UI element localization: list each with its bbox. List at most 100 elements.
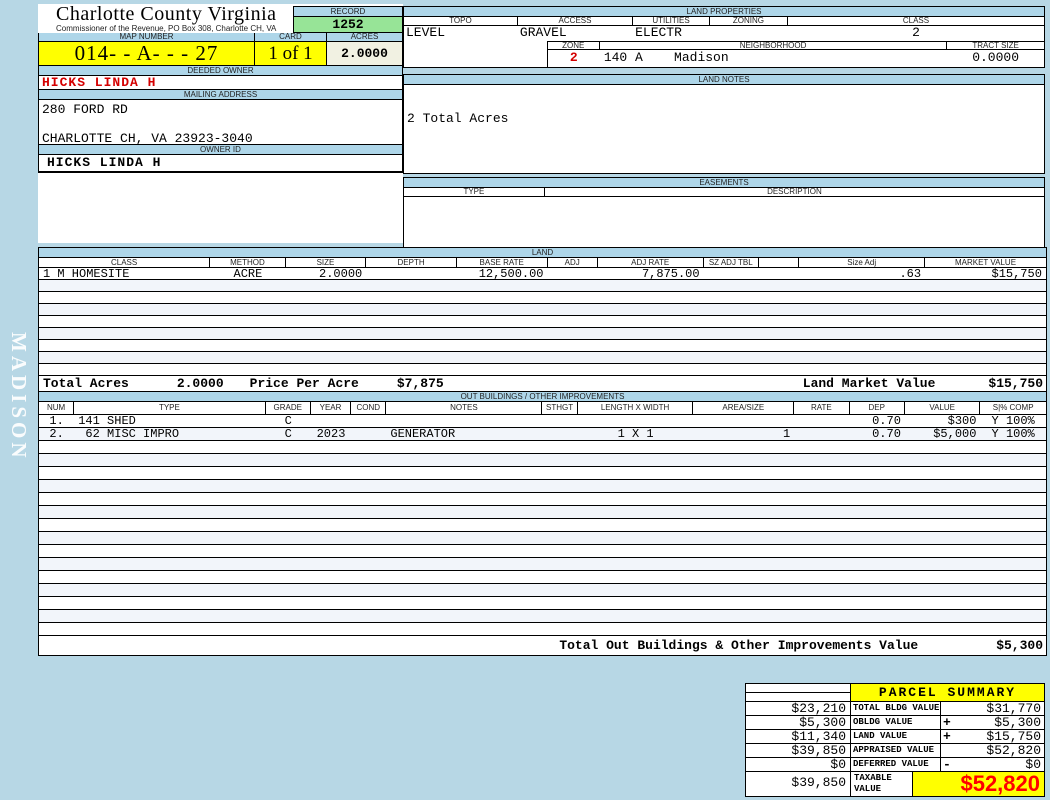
table-empty-row: [39, 571, 1046, 584]
table-cell: [905, 597, 981, 609]
table-cell: [850, 454, 905, 466]
table-cell: [980, 623, 1045, 635]
table-empty-row: [39, 364, 1046, 376]
table-cell: [542, 493, 577, 505]
table-cell: 7,875.00: [641, 267, 700, 281]
table-cell: [704, 328, 759, 339]
table-cell: [693, 480, 794, 492]
table-cell: [693, 493, 794, 505]
table-cell: [386, 415, 542, 427]
map-number-value: 014- - A- - - 27: [39, 42, 255, 65]
table-cell: [693, 597, 794, 609]
column-header: [759, 258, 800, 267]
table-cell: [351, 584, 386, 596]
table-cell: [905, 532, 981, 544]
table-cell: [850, 558, 905, 570]
table-cell: [759, 352, 799, 363]
table-cell: [542, 519, 577, 531]
table-cell: [74, 571, 265, 583]
table-cell: 141 SHED: [78, 414, 136, 428]
table-cell: [598, 280, 704, 291]
table-cell: [578, 597, 694, 609]
table-empty-row: [39, 340, 1046, 352]
table-cell: [759, 364, 799, 375]
table-empty-row: [39, 304, 1046, 316]
land-market-value: $15,750: [988, 376, 1043, 391]
table-cell: [548, 340, 598, 351]
easements-box: EASEMENTS TYPE DESCRIPTION: [403, 177, 1045, 248]
access-value: GRAVEL: [519, 25, 567, 40]
table-cell: [548, 292, 598, 303]
out-buildings-total-label: Total Out Buildings & Other Improvements…: [559, 638, 919, 653]
table-cell: [850, 467, 905, 479]
record-value: 1252: [294, 17, 402, 32]
table-cell: [386, 480, 542, 492]
table-cell: [794, 545, 849, 557]
table-cell: [542, 532, 577, 544]
table-cell: [351, 428, 386, 440]
table-cell: [542, 571, 577, 583]
table-cell: [799, 364, 925, 375]
table-cell: [794, 558, 849, 570]
table-cell: [286, 304, 367, 315]
column-header: MARKET VALUE: [954, 258, 1017, 267]
easements-title: EASEMENTS: [404, 178, 1044, 188]
topo-value: LEVEL: [406, 25, 446, 40]
column-header: Size Adj: [799, 258, 926, 267]
prior-header-cell-1: [746, 684, 850, 693]
prior-header-cell-2: [746, 693, 850, 701]
land-notes-box: LAND NOTES 2 Total Acres: [403, 74, 1045, 174]
table-cell: [980, 506, 1045, 518]
acres-value: 2.0000: [327, 42, 402, 65]
map-values-row: 014- - A- - - 27 1 of 1 2.0000: [39, 42, 402, 66]
table-cell: [74, 454, 265, 466]
table-cell: [39, 610, 74, 622]
table-cell: [386, 506, 542, 518]
table-cell: [905, 441, 981, 453]
table-cell: [548, 328, 598, 339]
table-cell: [39, 280, 210, 291]
prior-value: $39,850: [791, 743, 846, 758]
table-empty-row: [39, 610, 1046, 623]
table-cell: [704, 364, 759, 375]
prior-value: $23,210: [791, 701, 846, 716]
column-header: AREA/SIZE: [693, 402, 795, 414]
table-cell: [351, 571, 386, 583]
table-cell: [905, 623, 981, 635]
table-cell: [548, 280, 598, 291]
table-cell: [850, 623, 905, 635]
table-empty-row: [39, 597, 1046, 610]
table-cell: [980, 545, 1045, 557]
table-cell: [980, 532, 1045, 544]
table-cell: [759, 292, 799, 303]
table-cell: [311, 519, 351, 531]
column-header: DEPTH: [366, 258, 457, 267]
table-cell: [386, 493, 542, 505]
summary-row-taxable: $39,850 TAXABLE VALUE $52,820: [746, 772, 1044, 796]
row-label: OBLDG VALUE: [850, 716, 940, 729]
table-cell: [74, 610, 265, 622]
price-per-acre-value: $7,875: [396, 376, 444, 391]
table-cell: [74, 480, 265, 492]
table-cell: [311, 493, 351, 505]
table-cell: [311, 480, 351, 492]
table-cell: .63: [899, 267, 922, 281]
table-cell: [351, 480, 386, 492]
column-header: METHOD: [210, 258, 286, 267]
table-cell: [351, 532, 386, 544]
table-cell: [286, 280, 367, 291]
table-cell: [386, 454, 542, 466]
table-cell: [759, 280, 799, 291]
table-cell: [386, 519, 542, 531]
table-cell: [39, 441, 74, 453]
table-cell: [386, 545, 542, 557]
table-cell: [351, 597, 386, 609]
row-label: LAND VALUE: [850, 730, 940, 743]
table-cell: [759, 328, 799, 339]
table-cell: [980, 441, 1045, 453]
table-cell: 2023: [316, 427, 346, 441]
zone-neighborhood-block: ZONE NEIGHBORHOOD TRACT SIZE 2 140 A Mad…: [546, 41, 1044, 67]
table-cell: [693, 610, 794, 622]
table-cell: [542, 454, 577, 466]
deeded-owner-value: HICKS LINDA H: [39, 76, 402, 90]
